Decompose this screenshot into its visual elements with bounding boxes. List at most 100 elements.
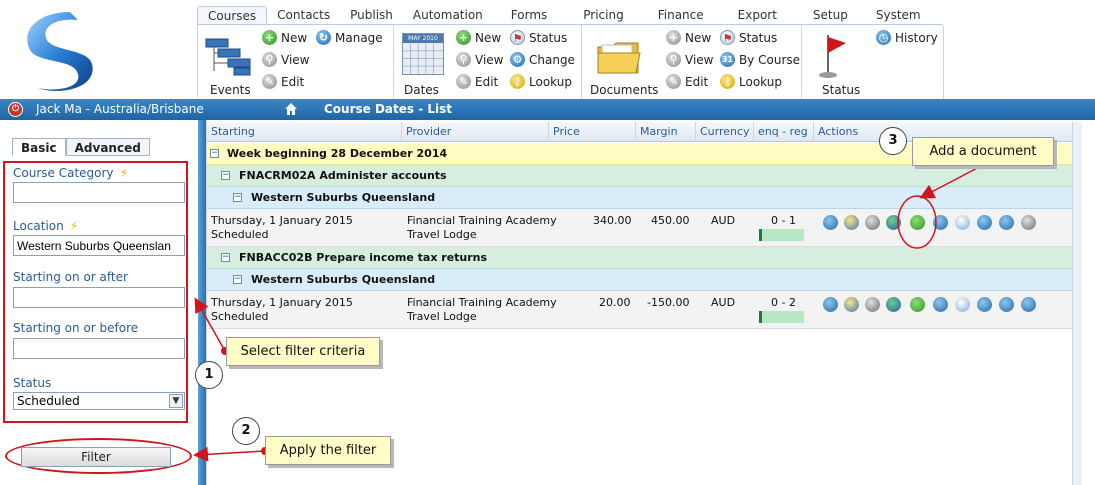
menu-tab-forms[interactable]: Forms — [493, 6, 565, 24]
row-date: Thursday, 1 January 2015 — [211, 296, 353, 309]
events-view-button[interactable]: ⚲ View — [262, 51, 309, 69]
search-icon[interactable] — [823, 215, 838, 230]
collapse-icon[interactable]: − — [233, 193, 242, 202]
location-group-row[interactable]: − Western Suburbs Queensland — [207, 187, 1073, 209]
table-row[interactable]: Thursday, 1 January 2015 Scheduled Finan… — [207, 291, 1073, 329]
dates-label[interactable]: Dates — [404, 83, 439, 97]
menu-tab-publish[interactable]: Publish — [340, 6, 403, 24]
documents-lookup-button[interactable]: ⚷ Lookup — [720, 73, 782, 91]
user-name: Jack Ma - Australia/Brisbane — [36, 102, 204, 116]
menu-tab-finance[interactable]: Finance — [642, 6, 720, 24]
menu-tab-setup[interactable]: Setup — [795, 6, 866, 24]
column-margin[interactable]: Margin — [636, 122, 696, 142]
search-icon[interactable] — [823, 297, 838, 312]
copy-icon[interactable] — [865, 215, 880, 230]
documents-new-button[interactable]: + New — [666, 29, 711, 47]
collapse-icon[interactable]: − — [233, 275, 242, 284]
location-input[interactable] — [13, 235, 185, 256]
add-document-icon[interactable] — [910, 215, 925, 230]
status-label[interactable]: Status — [822, 83, 860, 97]
collapse-icon[interactable]: − — [221, 253, 230, 262]
list-icon[interactable] — [977, 215, 992, 230]
row-margin: 450.00 — [651, 214, 690, 227]
menu-tab-courses[interactable]: Courses — [197, 6, 268, 24]
table-row[interactable]: Thursday, 1 January 2015 Scheduled Finan… — [207, 209, 1073, 247]
location-label: Location ⚡ — [13, 219, 79, 233]
step-number-1: 1 — [195, 361, 223, 389]
dates-lookup-button[interactable]: ⚷ Lookup — [510, 73, 572, 91]
copy-icon[interactable] — [865, 297, 880, 312]
page-title: Course Dates - List — [324, 102, 453, 116]
starting-before-input[interactable] — [13, 338, 185, 359]
collapse-icon[interactable]: − — [221, 171, 230, 180]
events-label[interactable]: Events — [210, 83, 251, 97]
chart-icon[interactable] — [1021, 297, 1036, 312]
document-icon[interactable] — [999, 297, 1014, 312]
list-icon[interactable] — [977, 297, 992, 312]
documents-edit-button[interactable]: ✎ Edit — [666, 73, 708, 91]
calendar-icon[interactable]: MAY 2010 — [402, 33, 444, 75]
course-group-row[interactable]: − FNBACC02B Prepare income tax returns — [207, 247, 1073, 269]
events-edit-button[interactable]: ✎ Edit — [262, 73, 304, 91]
events-manage-button[interactable]: ↻ Manage — [316, 29, 383, 47]
edit-icon[interactable] — [844, 215, 859, 230]
location-group-row[interactable]: − Western Suburbs Queensland — [207, 269, 1073, 291]
menu-tab-automation[interactable]: Automation — [403, 6, 493, 24]
refresh-icon[interactable] — [933, 297, 948, 312]
documents-label[interactable]: Documents — [590, 83, 658, 97]
edit-icon[interactable] — [844, 297, 859, 312]
grid-scrollbar[interactable] — [1072, 122, 1082, 485]
chevron-down-icon[interactable]: ▼ — [169, 394, 183, 408]
status-flag-icon[interactable] — [816, 31, 850, 79]
ribbon-toolbar: Events + New ↻ Manage ⚲ View ✎ Edit MAY 2010… — [197, 24, 944, 99]
callout-select-filter: Select filter criteria — [226, 337, 380, 366]
menu-tab-system[interactable]: System — [866, 6, 931, 24]
column-enq-reg[interactable]: enq - reg — [754, 122, 814, 142]
documents-by-course-button[interactable]: 31 By Course — [720, 51, 800, 69]
status-select[interactable]: Scheduled ▼ — [13, 392, 185, 410]
refresh-icon[interactable] — [933, 215, 948, 230]
step-number-2: 2 — [232, 417, 260, 445]
menu-tab-contacts[interactable]: Contacts — [267, 6, 340, 24]
course-group-row[interactable]: − FNACRM02A Administer accounts — [207, 165, 1073, 187]
flag-icon[interactable] — [955, 215, 970, 230]
documents-view-button[interactable]: ⚲ View — [666, 51, 713, 69]
dates-view-button[interactable]: ⚲ View — [456, 51, 503, 69]
document-icon[interactable] — [999, 215, 1014, 230]
menu-tab-export[interactable]: Export — [720, 6, 795, 24]
manage-icon: ↻ — [316, 30, 331, 45]
tab-basic[interactable]: Basic — [12, 138, 66, 156]
add-document-icon[interactable] — [910, 297, 925, 312]
events-icon[interactable] — [204, 35, 254, 77]
column-currency[interactable]: Currency — [696, 122, 754, 142]
starting-after-input[interactable] — [13, 287, 185, 308]
status-history-button[interactable]: ◷ History — [876, 29, 938, 47]
dates-edit-button[interactable]: ✎ Edit — [456, 73, 498, 91]
home-icon[interactable] — [284, 102, 298, 116]
enrolment-progress-bar — [759, 229, 804, 241]
column-starting[interactable]: Starting — [207, 122, 402, 142]
clock-icon: ◷ — [876, 30, 891, 45]
app-header: Courses Contacts Publish Automation Form… — [0, 0, 1095, 99]
folder-icon[interactable] — [596, 39, 642, 77]
globe-icon[interactable] — [886, 297, 901, 312]
power-icon[interactable]: ⏻ — [8, 102, 23, 117]
events-new-button[interactable]: + New — [262, 29, 307, 47]
documents-status-button[interactable]: ⚑ Status — [720, 29, 777, 47]
course-category-input[interactable] — [13, 182, 185, 203]
dates-change-button[interactable]: ⚙ Change — [510, 51, 575, 69]
flag-icon[interactable] — [955, 297, 970, 312]
filter-button[interactable]: Filter — [21, 447, 171, 467]
dates-status-button[interactable]: ⚑ Status — [510, 29, 567, 47]
panel-splitter[interactable] — [198, 120, 206, 485]
row-enq-reg: 0 - 2 — [771, 296, 796, 309]
main-menu: Courses Contacts Publish Automation Form… — [197, 6, 931, 24]
column-price[interactable]: Price — [549, 122, 636, 142]
tab-advanced[interactable]: Advanced — [65, 138, 150, 156]
column-provider[interactable]: Provider — [402, 122, 549, 142]
menu-tab-pricing[interactable]: Pricing — [565, 6, 641, 24]
collapse-icon[interactable]: − — [210, 149, 219, 158]
dates-new-button[interactable]: + New — [456, 29, 501, 47]
chart-icon[interactable] — [1021, 215, 1036, 230]
globe-icon[interactable] — [886, 215, 901, 230]
